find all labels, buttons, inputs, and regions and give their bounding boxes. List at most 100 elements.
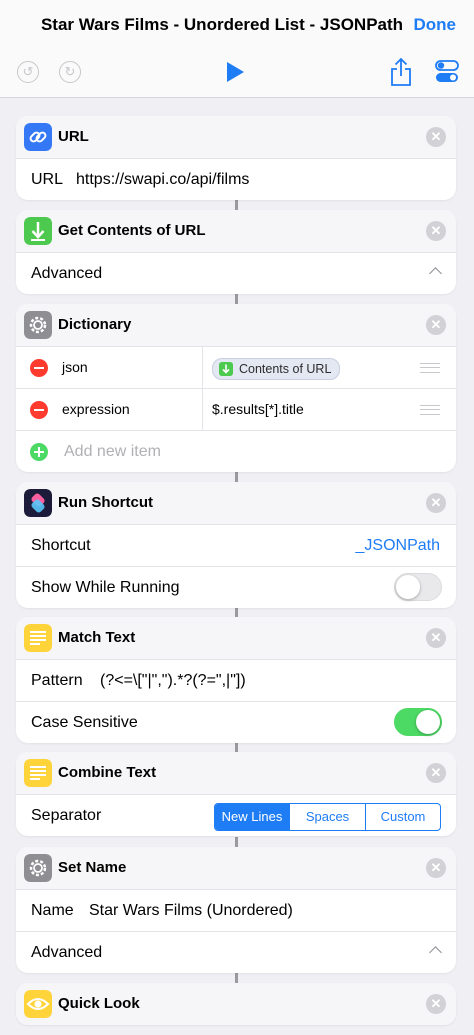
- flow-connector: [235, 837, 238, 847]
- add-item-icon[interactable]: [30, 443, 48, 461]
- action-title: Dictionary: [58, 316, 132, 333]
- action-header: Get Contents of URL ✕: [16, 210, 456, 253]
- remove-action-button[interactable]: ✕: [426, 493, 446, 513]
- action-title: URL: [58, 128, 89, 145]
- reorder-handle-icon[interactable]: [420, 363, 440, 373]
- column-divider: [202, 347, 203, 388]
- pattern-row[interactable]: Pattern (?<=\["|",").*?(?=",|"]): [16, 660, 456, 702]
- show-while-running-label: Show While Running: [31, 579, 180, 596]
- delete-item-icon[interactable]: [30, 359, 48, 377]
- action-header: Run Shortcut ✕: [16, 482, 456, 525]
- action-title: Set Name: [58, 859, 127, 876]
- set-name-action[interactable]: Set Name ✕ Name Star Wars Films (Unorder…: [16, 847, 456, 973]
- text-lines-icon: [24, 624, 52, 652]
- add-item-row[interactable]: Add new item: [16, 431, 456, 472]
- name-label: Name: [31, 902, 74, 919]
- pattern-label: Pattern: [31, 672, 83, 689]
- action-header: URL ✕: [16, 116, 456, 159]
- remove-action-button[interactable]: ✕: [426, 315, 446, 335]
- separator-row: Separator New Lines Spaces Custom: [16, 795, 456, 836]
- action-header: Set Name ✕: [16, 847, 456, 890]
- get-contents-action[interactable]: Get Contents of URL ✕ Advanced: [16, 210, 456, 294]
- remove-action-button[interactable]: ✕: [426, 221, 446, 241]
- link-icon: [24, 123, 52, 151]
- action-header: Match Text ✕: [16, 617, 456, 660]
- navigation-bar: Star Wars Films - Unordered List - JSONP…: [0, 0, 474, 50]
- show-while-running-row: Show While Running: [16, 567, 456, 608]
- url-row[interactable]: URL https://swapi.co/api/films: [16, 159, 456, 200]
- gear-icon: [24, 854, 52, 882]
- flow-connector: [235, 294, 238, 304]
- separator-segmented-control: New Lines Spaces Custom: [214, 803, 441, 831]
- dictionary-item-row: json Contents of URL: [16, 347, 456, 389]
- case-sensitive-row: Case Sensitive: [16, 702, 456, 743]
- advanced-row[interactable]: Advanced: [16, 253, 456, 294]
- action-header: Combine Text ✕: [16, 752, 456, 795]
- variable-pill[interactable]: Contents of URL: [212, 358, 341, 380]
- quick-look-action[interactable]: Quick Look ✕: [16, 983, 456, 1025]
- toggles-icon[interactable]: [435, 59, 459, 85]
- undo-icon[interactable]: ↺: [17, 61, 39, 83]
- name-field[interactable]: Star Wars Films (Unordered): [89, 902, 293, 920]
- play-icon[interactable]: [225, 61, 245, 83]
- remove-action-button[interactable]: ✕: [426, 858, 446, 878]
- remove-action-button[interactable]: ✕: [426, 628, 446, 648]
- remove-action-button[interactable]: ✕: [426, 994, 446, 1014]
- delete-item-icon[interactable]: [30, 401, 48, 419]
- shortcut-picker[interactable]: _JSONPath: [356, 537, 440, 555]
- remove-action-button[interactable]: ✕: [426, 127, 446, 147]
- variable-label: Contents of URL: [239, 362, 332, 376]
- shortcut-label: Shortcut: [31, 537, 91, 554]
- combine-text-action[interactable]: Combine Text ✕ Separator New Lines Space…: [16, 752, 456, 836]
- gear-icon: [24, 311, 52, 339]
- advanced-label: Advanced: [31, 944, 103, 961]
- show-while-running-toggle[interactable]: [394, 573, 442, 601]
- dictionary-key[interactable]: json: [62, 359, 88, 375]
- shortcut-row[interactable]: Shortcut _JSONPath: [16, 525, 456, 567]
- dictionary-item-row: expression $.results[*].title: [16, 389, 456, 431]
- editor-toolbar: ↺ ↻: [0, 50, 474, 98]
- run-shortcut-action[interactable]: Run Shortcut ✕ Shortcut _JSONPath Show W…: [16, 482, 456, 608]
- case-sensitive-label: Case Sensitive: [31, 714, 138, 731]
- match-text-action[interactable]: Match Text ✕ Pattern (?<=\["|",").*?(?="…: [16, 617, 456, 743]
- chevron-up-icon: [429, 267, 442, 280]
- shortcuts-icon: [24, 489, 52, 517]
- dictionary-value[interactable]: $.results[*].title: [212, 401, 304, 417]
- url-action[interactable]: URL ✕ URL https://swapi.co/api/films: [16, 116, 456, 200]
- column-divider: [202, 389, 203, 430]
- redo-icon[interactable]: ↻: [59, 61, 81, 83]
- action-title: Quick Look: [58, 995, 140, 1012]
- separator-option-spaces[interactable]: Spaces: [289, 804, 365, 830]
- case-sensitive-toggle[interactable]: [394, 708, 442, 736]
- reorder-handle-icon[interactable]: [420, 405, 440, 415]
- chevron-up-icon: [429, 946, 442, 959]
- dictionary-action[interactable]: Dictionary ✕ json Contents of URL expres…: [16, 304, 456, 472]
- separator-label: Separator: [31, 807, 102, 824]
- dictionary-key[interactable]: expression: [62, 401, 130, 417]
- separator-option-custom[interactable]: Custom: [365, 804, 440, 830]
- action-title: Get Contents of URL: [58, 222, 206, 239]
- name-row[interactable]: Name Star Wars Films (Unordered): [16, 890, 456, 932]
- pattern-field[interactable]: (?<=\["|",").*?(?=",|"]): [100, 672, 246, 690]
- flow-connector: [235, 472, 238, 482]
- flow-connector: [235, 200, 238, 210]
- eye-icon: [24, 990, 52, 1018]
- flow-connector: [235, 742, 238, 752]
- url-value[interactable]: https://swapi.co/api/films: [76, 171, 249, 189]
- action-header: Quick Look ✕: [16, 983, 456, 1025]
- remove-action-button[interactable]: ✕: [426, 763, 446, 783]
- advanced-row[interactable]: Advanced: [16, 932, 456, 973]
- action-title: Run Shortcut: [58, 494, 153, 511]
- text-lines-icon: [24, 759, 52, 787]
- separator-option-new-lines[interactable]: New Lines: [215, 804, 289, 830]
- shortcut-title: Star Wars Films - Unordered List - JSONP…: [40, 15, 404, 34]
- add-item-placeholder[interactable]: Add new item: [64, 443, 161, 461]
- download-arrow-icon: [219, 362, 233, 376]
- action-title: Combine Text: [58, 764, 157, 781]
- action-title: Match Text: [58, 629, 136, 646]
- flow-connector: [235, 607, 238, 617]
- done-button[interactable]: Done: [414, 15, 457, 35]
- download-arrow-icon: [24, 217, 52, 245]
- share-icon[interactable]: [389, 57, 413, 87]
- flow-connector: [235, 973, 238, 983]
